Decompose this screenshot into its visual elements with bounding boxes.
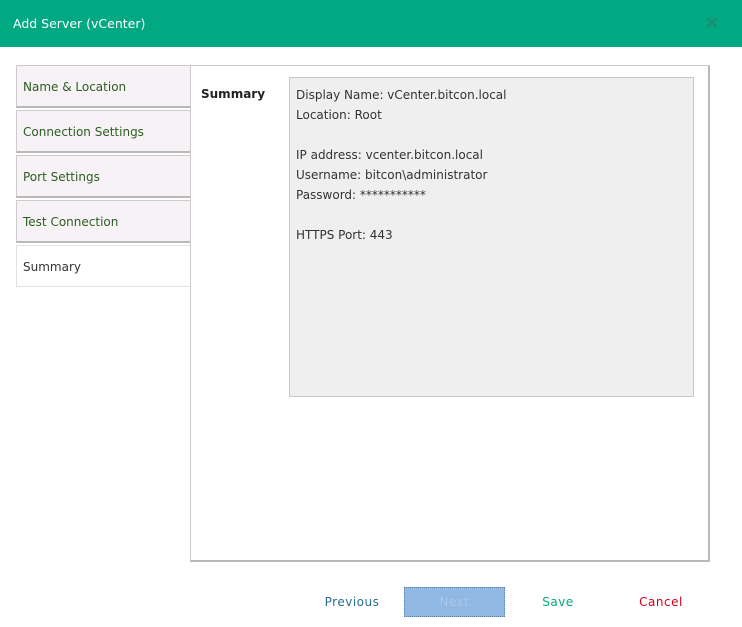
- step-test-connection[interactable]: Test Connection: [16, 200, 191, 243]
- step-connection-settings[interactable]: Connection Settings: [16, 110, 191, 153]
- next-button[interactable]: Next: [404, 587, 505, 617]
- summary-location: Location: Root: [296, 108, 382, 122]
- step-summary[interactable]: Summary: [16, 245, 191, 287]
- summary-box: Display Name: vCenter.bitcon.local Locat…: [289, 77, 694, 397]
- step-port-settings[interactable]: Port Settings: [16, 155, 191, 198]
- step-label: Connection Settings: [23, 125, 144, 139]
- step-label: Port Settings: [23, 170, 100, 184]
- summary-ip-address: IP address: vcenter.bitcon.local: [296, 148, 483, 162]
- save-button[interactable]: Save: [533, 587, 583, 617]
- step-label: Name & Location: [23, 80, 127, 94]
- close-icon[interactable]: ×: [703, 14, 721, 32]
- step-label: Test Connection: [23, 215, 119, 229]
- summary-https-port: HTTPS Port: 443: [296, 228, 393, 242]
- summary-display-name: Display Name: vCenter.bitcon.local: [296, 88, 507, 102]
- step-name-location[interactable]: Name & Location: [16, 65, 191, 108]
- section-label: Summary: [201, 87, 266, 101]
- summary-username: Username: bitcon\administrator: [296, 168, 488, 182]
- step-label: Summary: [23, 260, 81, 274]
- dialog-header: Add Server (vCenter) ×: [0, 0, 742, 47]
- dialog-title: Add Server (vCenter): [13, 16, 146, 31]
- previous-button[interactable]: Previous: [317, 587, 387, 617]
- summary-panel: Summary Display Name: vCenter.bitcon.loc…: [190, 65, 710, 562]
- cancel-button[interactable]: Cancel: [636, 587, 686, 617]
- summary-password: Password: ***********: [296, 188, 426, 202]
- wizard-steps: Name & Location Connection Settings Port…: [16, 65, 191, 289]
